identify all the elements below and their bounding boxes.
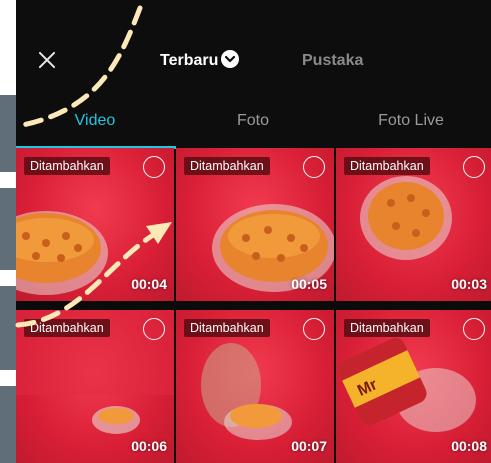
tab-terbaru[interactable]: Terbaru (160, 50, 240, 70)
video-thumbnail[interactable]: Ditambahkan 00:07 (176, 310, 334, 463)
select-circle[interactable] (303, 156, 325, 178)
added-badge: Ditambahkan (24, 319, 110, 337)
background-gap (0, 370, 16, 386)
media-grid: Ditambahkan 00:04 Ditambahkan 00:05 Dita… (16, 148, 491, 463)
media-picker: Terbaru Pustaka Video Foto Foto Live Dit… (16, 0, 491, 463)
background-gap (0, 172, 16, 188)
tab-pustaka[interactable]: Pustaka (302, 52, 363, 70)
tab-video[interactable]: Video (16, 112, 174, 130)
added-badge: Ditambahkan (184, 157, 270, 175)
added-badge: Ditambahkan (184, 319, 270, 337)
video-duration: 00:03 (451, 276, 487, 292)
video-duration: 00:07 (291, 438, 327, 454)
video-thumbnail[interactable]: Mr Ditambahkan 00:08 (336, 310, 491, 463)
video-duration: 00:06 (131, 438, 167, 454)
tab-foto[interactable]: Foto (174, 112, 332, 130)
tab-foto-live[interactable]: Foto Live (332, 112, 490, 130)
top-bar: Terbaru Pustaka (16, 0, 491, 94)
video-duration: 00:08 (451, 438, 487, 454)
video-duration: 00:05 (291, 276, 327, 292)
select-circle[interactable] (143, 318, 165, 340)
chevron-down-icon (221, 50, 240, 68)
added-badge: Ditambahkan (344, 157, 430, 175)
video-thumbnail[interactable]: Ditambahkan 00:06 (16, 310, 174, 463)
tab-terbaru-label: Terbaru (160, 52, 219, 70)
added-badge: Ditambahkan (24, 157, 110, 175)
select-circle[interactable] (143, 156, 165, 178)
video-thumbnail[interactable]: Ditambahkan 00:03 (336, 148, 491, 301)
media-type-tabs: Video Foto Foto Live (16, 94, 491, 149)
select-circle[interactable] (463, 156, 485, 178)
video-thumbnail[interactable]: Ditambahkan 00:04 (16, 148, 174, 301)
video-duration: 00:04 (131, 276, 167, 292)
added-badge: Ditambahkan (344, 319, 430, 337)
select-circle[interactable] (303, 318, 325, 340)
video-thumbnail[interactable]: Ditambahkan 00:05 (176, 148, 334, 301)
select-circle[interactable] (463, 318, 485, 340)
close-icon[interactable] (34, 47, 60, 73)
background-gap (0, 270, 16, 286)
